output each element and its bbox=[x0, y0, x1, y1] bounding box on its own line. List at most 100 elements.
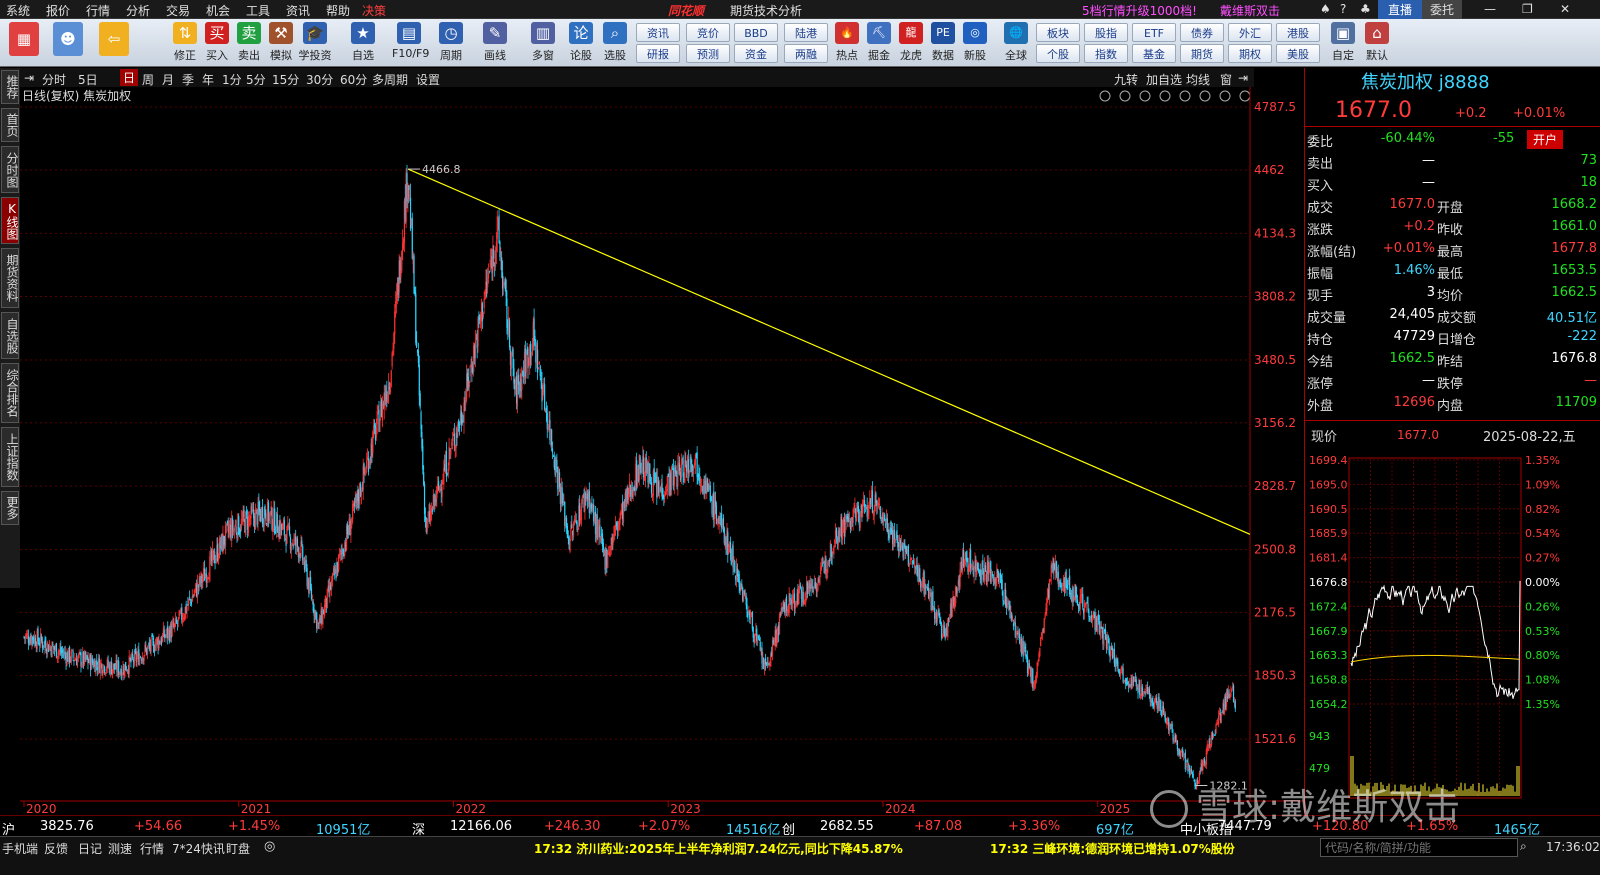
toolbar-button-hot[interactable]: 🔥 热点 bbox=[832, 22, 862, 64]
toolbar-button-multi-window[interactable]: ▥ 多窗 bbox=[526, 22, 560, 64]
menu-item-8[interactable]: 帮助 bbox=[326, 2, 350, 19]
quick-button-3-0[interactable]: 陆港 bbox=[784, 23, 828, 42]
menu-item-0[interactable]: 系统 bbox=[6, 2, 30, 19]
market-button-5-0[interactable]: 港股 bbox=[1276, 23, 1320, 42]
trend-line[interactable] bbox=[407, 168, 1251, 535]
toolbar-button-custom[interactable]: ▣ 自定 bbox=[1328, 22, 1358, 64]
restore-icon[interactable]: ❐ bbox=[1522, 2, 1533, 16]
toolbar-button-lun[interactable]: 论论股 bbox=[564, 22, 598, 64]
zoom-in-icon[interactable] bbox=[1219, 90, 1231, 102]
bottom-tab-3[interactable]: 测速 bbox=[108, 840, 132, 857]
period-right-3[interactable]: 窗 bbox=[1220, 71, 1232, 88]
period-right-1[interactable]: 加自选 bbox=[1146, 71, 1182, 88]
period-1[interactable]: 5日 bbox=[78, 71, 98, 88]
toolbar-button-pen[interactable]: ✎ 画线 bbox=[478, 22, 512, 64]
news-ticker-item[interactable]: 17:32 三峰环境:德润环境已增持1.07%股份 bbox=[990, 840, 1235, 857]
search-input[interactable] bbox=[1320, 838, 1518, 857]
market-button-3-1[interactable]: 期货 bbox=[1180, 44, 1224, 63]
zoom-out-icon[interactable] bbox=[1239, 90, 1251, 102]
market-button-5-1[interactable]: 美股 bbox=[1276, 44, 1320, 63]
toolbar-button-buy[interactable]: 买买入 bbox=[200, 22, 234, 64]
close-icon[interactable]: ✕ bbox=[1560, 2, 1570, 16]
news-ticker-item[interactable]: 17:32 济川药业:2025年上半年净利润7.24亿元,同比下降45.87% bbox=[534, 840, 903, 857]
toolbar-button-grid[interactable]: ▤ F10/F9 bbox=[392, 22, 429, 64]
market-button-4-0[interactable]: 外汇 bbox=[1228, 23, 1272, 42]
toolbar-button-star[interactable]: ★ 自选 bbox=[346, 22, 380, 64]
quick-button-0-1[interactable]: 研报 bbox=[636, 44, 680, 63]
bottom-tab-0[interactable]: 手机端 bbox=[2, 840, 38, 857]
period-7[interactable]: 1分 bbox=[222, 71, 242, 88]
quick-button-2-1[interactable]: 资金 bbox=[734, 44, 778, 63]
menu-item-3[interactable]: 分析 bbox=[126, 2, 150, 19]
toolbar-button-graduation[interactable]: 🎓 学投资 bbox=[298, 22, 332, 64]
user-name[interactable]: 戴维斯双击 bbox=[1220, 2, 1280, 19]
toolbar-button-home[interactable]: ⌂ 默认 bbox=[1362, 22, 1392, 64]
market-button-0-1[interactable]: 个股 bbox=[1036, 44, 1080, 63]
side-tab-5[interactable]: 自选股 bbox=[1, 312, 19, 359]
period-13[interactable]: 设置 bbox=[416, 71, 440, 88]
search-icon[interactable]: ⌕ bbox=[1520, 839, 1527, 854]
menu-item-4[interactable]: 交易 bbox=[166, 2, 190, 19]
quick-button-1-0[interactable]: 竞价 bbox=[686, 23, 730, 42]
menu-item-9[interactable]: 决策 bbox=[362, 2, 386, 19]
quick-button-1-1[interactable]: 预测 bbox=[686, 44, 730, 63]
menu-item-1[interactable]: 报价 bbox=[46, 2, 70, 19]
upgrade-notice[interactable]: 5档行情升级1000档! bbox=[1082, 2, 1197, 19]
toolbar-button-clock[interactable]: ◷ 周期 bbox=[434, 22, 468, 64]
settings-icon[interactable] bbox=[1099, 90, 1111, 102]
toolbar-button-sell[interactable]: 卖卖出 bbox=[232, 22, 266, 64]
market-button-2-0[interactable]: ETF bbox=[1132, 23, 1176, 42]
toolbar-button-hammer[interactable]: ⚒ 模拟 bbox=[264, 22, 298, 64]
lock-icon[interactable] bbox=[1199, 90, 1211, 102]
period-right-2[interactable]: 均线 bbox=[1186, 71, 1210, 88]
period-4[interactable]: 月 bbox=[162, 71, 174, 88]
menu-item-2[interactable]: 行情 bbox=[86, 2, 110, 19]
side-tab-8[interactable]: 更多 bbox=[1, 491, 19, 525]
toolbar-button-up-down[interactable]: ⇅ 修正 bbox=[168, 22, 202, 64]
market-button-2-1[interactable]: 基金 bbox=[1132, 44, 1176, 63]
kline-chart[interactable]: 日线(复权) 焦炭加权 4787.5 4462 4134.3 3808.2 3480.5 3… bbox=[20, 87, 1304, 816]
help-icon[interactable]: ? bbox=[1340, 2, 1346, 16]
toolbar-button-ipo[interactable]: ◎ 新股 bbox=[960, 22, 990, 64]
bottom-tab-2[interactable]: 日记 bbox=[78, 840, 102, 857]
expand-icon[interactable]: ⇥ bbox=[1238, 71, 1248, 85]
toolbar-button-search-stock[interactable]: ⌕ 选股 bbox=[598, 22, 632, 64]
market-button-1-1[interactable]: 指数 bbox=[1084, 44, 1128, 63]
period-0[interactable]: 分时 bbox=[42, 71, 66, 88]
period-nav-icon[interactable]: ⇥ bbox=[24, 71, 34, 85]
quick-button-2-0[interactable]: BBD bbox=[734, 23, 778, 42]
toolbar-button-dragon[interactable]: 龍龙虎 bbox=[896, 22, 926, 64]
period-12[interactable]: 多周期 bbox=[372, 71, 408, 88]
toolbar-button-globe[interactable]: 🌐 全球 bbox=[996, 22, 1036, 64]
side-tab-7[interactable]: 上证指数 bbox=[1, 427, 19, 487]
side-tab-2[interactable]: 分时图 bbox=[1, 146, 19, 193]
side-tab-1[interactable]: 首页 bbox=[1, 108, 19, 142]
period-2[interactable]: 日 bbox=[120, 69, 139, 86]
period-10[interactable]: 30分 bbox=[306, 71, 333, 88]
quick-button-3-1[interactable]: 两融 bbox=[784, 44, 828, 63]
chart-canvas[interactable]: 日线(复权) 焦炭加权 4787.5 4462 4134.3 3808.2 3480.5 3… bbox=[20, 87, 1304, 816]
brush-icon[interactable] bbox=[1119, 90, 1131, 102]
toolbar-button-gold[interactable]: ⛏ 掘金 bbox=[864, 22, 894, 64]
menu-item-6[interactable]: 工具 bbox=[246, 2, 270, 19]
quick-button-0-0[interactable]: 资讯 bbox=[636, 23, 680, 42]
market-button-4-1[interactable]: 期权 bbox=[1228, 44, 1272, 63]
eye-icon[interactable] bbox=[1139, 90, 1151, 102]
open-account-button[interactable]: 开户 bbox=[1527, 130, 1564, 149]
bell-icon[interactable]: ♠ bbox=[1320, 2, 1331, 16]
chat-icon[interactable]: ◎ bbox=[264, 839, 275, 854]
market-button-0-0[interactable]: 板块 bbox=[1036, 23, 1080, 42]
side-tab-0[interactable]: 推荐 bbox=[1, 70, 19, 104]
intraday-mini-chart[interactable]: 1699.4 1695.0 1690.5 1685.9 1681.4 1676.8 1672… bbox=[1305, 450, 1600, 815]
bank-icon[interactable] bbox=[1159, 90, 1171, 102]
side-tab-6[interactable]: 综合排名 bbox=[1, 363, 19, 423]
live-button[interactable]: 直播 bbox=[1378, 0, 1423, 19]
minimize-icon[interactable]: — bbox=[1484, 2, 1496, 16]
period-9[interactable]: 15分 bbox=[272, 71, 299, 88]
period-5[interactable]: 季 bbox=[182, 71, 194, 88]
side-tab-3[interactable]: K线图 bbox=[1, 197, 19, 244]
period-3[interactable]: 周 bbox=[142, 71, 154, 88]
skin-icon[interactable]: ♣ bbox=[1360, 2, 1371, 16]
market-button-3-0[interactable]: 债券 bbox=[1180, 23, 1224, 42]
period-8[interactable]: 5分 bbox=[246, 71, 266, 88]
